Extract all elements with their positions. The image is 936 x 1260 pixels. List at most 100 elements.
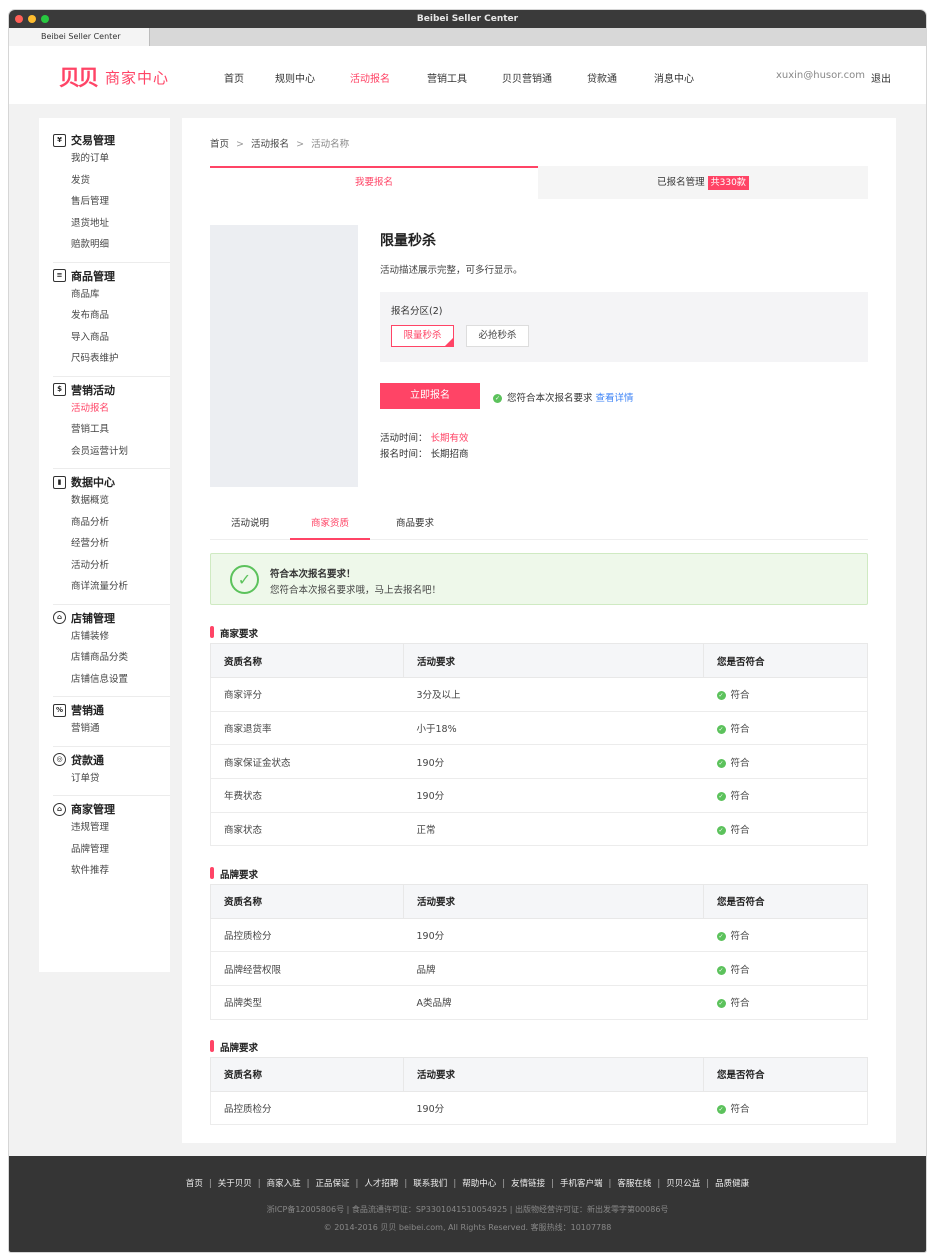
tab-signup[interactable]: 我要报名 — [210, 166, 538, 199]
sidebar-item[interactable]: 我的订单 — [53, 148, 157, 170]
table-header-row: 资质名称 活动要求 您是否符合 — [210, 1056, 868, 1092]
footer-link[interactable]: 帮助中心 — [462, 1179, 496, 1189]
sidebar-item[interactable]: 售后管理 — [53, 191, 157, 213]
footer-link[interactable]: 客服在线 — [617, 1179, 651, 1189]
sidebar-item[interactable]: 退货地址 — [53, 213, 157, 235]
sidebar-item[interactable]: 违规管理 — [53, 817, 157, 839]
sidebar-item[interactable]: 店铺商品分类 — [53, 647, 157, 669]
sidebar-group-title[interactable]: $ 营销活动 — [53, 382, 157, 398]
zone-title: 报名分区(2) — [391, 306, 443, 317]
requirements-table: 资质名称 活动要求 您是否符合 品控质检分 190分 ✓ 符合 — [210, 1056, 868, 1126]
maximize-window-icon[interactable] — [41, 15, 49, 23]
sidebar-item[interactable]: 经营分析 — [53, 533, 157, 555]
zone-option-selected[interactable]: 限量秒杀 — [391, 325, 454, 347]
minimize-window-icon[interactable] — [28, 15, 36, 23]
footer-link[interactable]: 手机客户端 — [560, 1179, 603, 1189]
table-cell: 商家状态 — [210, 811, 404, 847]
details-link[interactable]: 查看详情 — [596, 393, 634, 404]
nav-item[interactable]: 贝贝营销通 — [502, 70, 552, 85]
sidebar-group-label: 商品管理 — [71, 269, 115, 283]
logout-link[interactable]: 退出 — [871, 70, 891, 85]
nav-item[interactable]: 营销工具 — [427, 70, 467, 85]
status-text: 符合 — [730, 1103, 750, 1115]
signup-button[interactable]: 立即报名 — [380, 383, 480, 409]
sidebar-item[interactable]: 店铺信息设置 — [53, 669, 157, 691]
footer-link[interactable]: 友情链接 — [511, 1179, 545, 1189]
sidebar-item[interactable]: 会员运营计划 — [53, 441, 157, 463]
nav-item[interactable]: 规则中心 — [275, 70, 315, 85]
footer-link[interactable]: 人才招聘 — [364, 1179, 398, 1189]
clipboard-icon: ≡ — [53, 269, 66, 282]
sidebar-group-title[interactable]: ⌂ 店铺管理 — [53, 610, 157, 626]
sidebar-item[interactable]: 尺码表维护 — [53, 348, 157, 370]
footer-link[interactable]: 品质健康 — [715, 1179, 749, 1189]
sidebar-item[interactable]: 数据概览 — [53, 490, 157, 512]
sidebar-item[interactable]: 商品库 — [53, 284, 157, 306]
browser-tab[interactable]: Beibei Seller Center — [9, 28, 150, 46]
breadcrumb-home[interactable]: 首页 — [210, 139, 229, 150]
activity-title: 限量秒杀 — [380, 233, 436, 249]
table-cell: 品牌 — [403, 951, 704, 986]
logo[interactable]: 贝贝 商家中心 — [59, 62, 169, 92]
nav-item[interactable]: 活动报名 — [350, 70, 390, 85]
user-email[interactable]: xuxin@husor.com — [776, 70, 865, 81]
table-row: 品牌经营权限 品牌 ✓ 符合 — [210, 951, 868, 986]
footer-link[interactable]: 正品保证 — [316, 1179, 350, 1189]
sidebar-divider — [53, 696, 170, 697]
sidebar-item[interactable]: 营销通 — [53, 718, 157, 740]
check-circle-icon: ✓ — [716, 931, 726, 941]
footer-link[interactable]: 贝贝公益 — [666, 1179, 700, 1189]
sidebar-group-title[interactable]: ≡ 商品管理 — [53, 268, 157, 284]
tab-merchant-qualification[interactable]: 商家资质 — [290, 507, 370, 540]
footer-link[interactable]: 联系我们 — [413, 1179, 447, 1189]
sidebar-group-label: 数据中心 — [71, 476, 115, 489]
tab-product-requirements[interactable]: 商品要求 — [375, 507, 455, 540]
breadcrumb-level2[interactable]: 活动报名 — [251, 139, 289, 150]
sidebar-item[interactable]: 商品分析 — [53, 512, 157, 534]
table-row: 年费状态 190分 ✓ 符合 — [210, 778, 868, 813]
title-bar: Beibei Seller Center — [9, 10, 926, 28]
signup-time-value: 长期招商 — [430, 449, 469, 460]
footer-link[interactable]: 商家入驻 — [267, 1179, 301, 1189]
table-row: 商家保证金状态 190分 ✓ 符合 — [210, 744, 868, 780]
sidebar-group-title[interactable]: % 营销通 — [53, 702, 157, 718]
close-window-icon[interactable] — [15, 15, 23, 23]
sidebar-group-title[interactable]: ◎ 贷款通 — [53, 752, 157, 768]
check-circle-icon: ✓ — [716, 1104, 726, 1114]
nav-item[interactable]: 消息中心 — [654, 70, 694, 85]
nav-item[interactable]: 首页 — [224, 70, 244, 85]
footer-link[interactable]: 关于贝贝 — [218, 1179, 252, 1189]
status-cell: ✓ 符合 — [703, 811, 868, 847]
sidebar-item[interactable]: 赔款明细 — [53, 234, 157, 256]
sidebar-group-title[interactable]: ⌂ 商家管理 — [53, 801, 157, 817]
status-text: 符合 — [730, 724, 750, 736]
sidebar-divider — [53, 603, 170, 605]
sidebar-item[interactable]: 活动报名 — [53, 398, 157, 420]
sidebar-group-title[interactable]: ▮ 数据中心 — [53, 474, 157, 490]
check-circle-icon: ✓ — [716, 826, 726, 836]
check-circle-icon: ✓ — [716, 758, 726, 768]
zone-option[interactable]: 必抢秒杀 — [466, 325, 529, 347]
percent-icon: % — [53, 703, 66, 717]
nav-item[interactable]: 贷款通 — [587, 70, 617, 85]
status-cell: ✓ 符合 — [703, 677, 868, 712]
tab-managed[interactable]: 已报名管理 共330款 — [538, 166, 868, 199]
sidebar-item[interactable]: 活动分析 — [53, 555, 157, 577]
sidebar-item[interactable]: 品牌管理 — [53, 839, 157, 861]
table-header-row: 资质名称 活动要求 您是否符合 — [210, 883, 868, 919]
sidebar-group-title[interactable]: ¥ 交易管理 — [53, 132, 157, 148]
sidebar-item[interactable]: 商详流量分析 — [53, 576, 157, 598]
table-row: 品控质检分 190分 ✓ 符合 — [210, 1090, 868, 1126]
sidebar-divider — [53, 261, 170, 263]
tab-activity-description[interactable]: 活动说明 — [210, 507, 290, 540]
sidebar-item[interactable]: 订单贷 — [53, 768, 157, 790]
sidebar-item[interactable]: 软件推荐 — [53, 860, 157, 882]
sidebar-item[interactable]: 发布商品 — [53, 305, 157, 327]
sidebar-item[interactable]: 导入商品 — [53, 327, 157, 349]
table-row: 商家退货率 小于18% ✓ 符合 — [210, 710, 868, 746]
sidebar-item[interactable]: 发货 — [53, 170, 157, 192]
sidebar-group-label: 店铺管理 — [71, 611, 115, 625]
sidebar-item[interactable]: 店铺装修 — [53, 626, 157, 648]
sidebar-item[interactable]: 营销工具 — [53, 419, 157, 441]
footer-link[interactable]: 首页 — [186, 1179, 203, 1189]
